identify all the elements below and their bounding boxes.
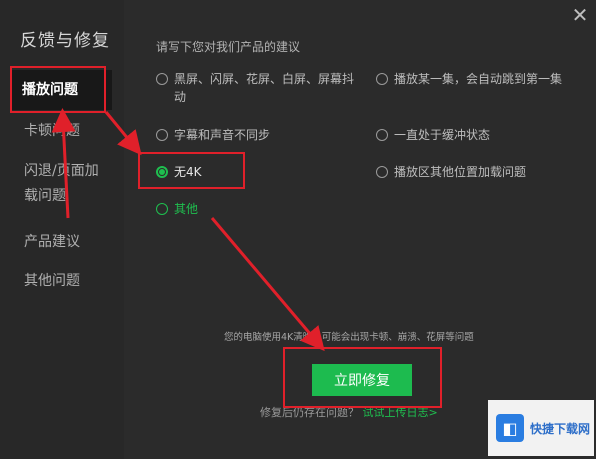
sidebar-item-label: 产品建议 [24,234,80,250]
prompt-text: 请写下您对我们产品的建议 [156,40,301,54]
option-label: 一直处于缓冲状态 [394,128,491,142]
option-label: 播放某一集，会自动跳到第一集 [394,72,563,86]
sidebar-item-label: 卡顿问题 [24,123,80,139]
sidebar-item-lag[interactable]: 卡顿问题 [24,119,80,143]
sidebar-item-label: 闪退/页面加载问题 [24,163,99,204]
option-label: 其他 [174,202,199,216]
option-label: 黑屏、闪屏、花屏、白屏、屏幕抖动 [174,72,355,104]
option-other[interactable]: 其他 [156,200,198,218]
sidebar-item-label: 播放问题 [22,82,78,98]
footer-text: 修复后仍存在问题？ [260,406,359,419]
option-buffering[interactable]: 一直处于缓冲状态 [376,126,490,144]
option-label: 无4K [174,165,202,179]
sidebar-item-suggestions[interactable]: 产品建议 [24,230,80,254]
option-other-loading[interactable]: 播放区其他位置加载问题 [376,163,526,181]
option-label: 字幕和声音不同步 [174,128,271,142]
radio-button-checked[interactable] [156,166,168,178]
radio-button[interactable] [156,203,168,215]
arrow-to-button [210,217,325,352]
radio-button[interactable] [376,166,388,178]
upload-log-link[interactable]: 试试上传日志> [363,406,438,419]
close-icon[interactable]: ✕ [569,4,591,26]
sidebar-item-crash-loading[interactable]: 闪退/页面加载问题 [24,159,104,209]
option-jump-first-episode[interactable]: 播放某一集，会自动跳到第一集 [376,70,571,88]
option-label: 播放区其他位置加载问题 [394,165,527,179]
watermark-logo-icon: ◧ [496,414,524,442]
dialog-title: 反馈与修复 [20,31,110,51]
sidebar-item-other[interactable]: 其他问题 [24,269,80,293]
option-subtitle-sync[interactable]: 字幕和声音不同步 [156,126,270,144]
option-no-4k[interactable]: 无4K [156,163,202,181]
footer: 修复后仍存在问题？ 试试上传日志> [260,404,438,420]
watermark-text: 快捷下载网 [530,421,591,436]
option-black-screen[interactable]: 黑屏、闪屏、花屏、白屏、屏幕抖动 [156,70,361,106]
radio-button[interactable] [376,129,388,141]
fix-now-button[interactable]: 立即修复 [312,364,412,396]
watermark: ◧ 快捷下载网 [488,400,594,456]
radio-button[interactable] [376,73,388,85]
notice-text: 您的电脑使用4K清晰，可能会出现卡顿、崩溃、花屏等问题 [224,332,474,343]
sidebar-item-label: 其他问题 [24,273,80,289]
sidebar-item-playback[interactable]: 播放问题 [10,70,112,110]
radio-button[interactable] [156,73,168,85]
radio-button[interactable] [156,129,168,141]
